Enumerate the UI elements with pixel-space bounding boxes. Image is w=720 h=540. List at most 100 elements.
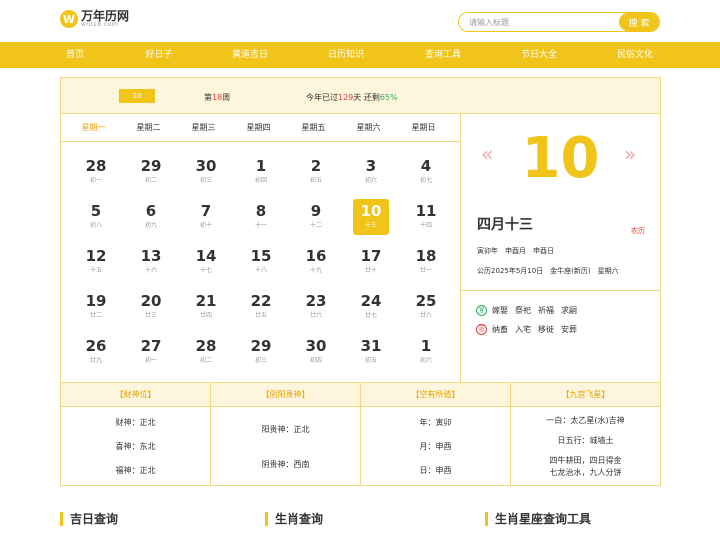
day-cell[interactable]: 17 廿十 — [353, 244, 389, 280]
lunar-day: 初十 — [199, 222, 212, 229]
info-col-wealth: 【财神位】 财神：正北 喜神：东北 福神：正北 — [61, 383, 211, 486]
day-detail: « 10 » 四月十三 农历 寅卯年 申酉月 申酉日 公历2025年5月10日 … — [461, 114, 660, 382]
day-number: 28 — [85, 157, 107, 175]
nav-item-query-tools[interactable]: 查询工具 — [425, 42, 461, 68]
lunar-day: 十九 — [309, 267, 322, 274]
lunar-day: 十二 — [309, 222, 322, 229]
lunar-day: 初七 — [419, 177, 432, 184]
day-cell[interactable]: 15 十八 — [243, 244, 279, 280]
day-cell[interactable]: 6 初九 — [133, 199, 169, 235]
main-nav: 首页 好日子 黄道吉日 日历知识 查询工具 节日大全 民俗文化 — [0, 42, 720, 68]
day-cell[interactable]: 14 十七 — [188, 244, 224, 280]
day-cell[interactable]: 3 初六 — [353, 154, 389, 190]
lunar-day: 十八 — [254, 267, 267, 274]
lunar-day: 廿四 — [199, 312, 212, 319]
day-cell[interactable]: 7 初十 — [188, 199, 224, 235]
lunar-day: 初二 — [144, 177, 157, 184]
day-number: 29 — [250, 337, 272, 355]
lunar-day: 初三 — [254, 357, 267, 364]
solar-date-line: 公历2025年5月10日 金牛座(新历) 星期六 — [477, 267, 619, 275]
nav-item-festivals[interactable]: 节日大全 — [521, 42, 557, 68]
lunar-date: 四月十三 — [477, 217, 533, 233]
day-cell[interactable]: 20 廿三 — [133, 289, 169, 325]
lunar-day: 初六 — [419, 357, 432, 364]
search-button[interactable]: 搜 索 — [619, 13, 659, 31]
info-col-head: 【空有所值】 — [361, 383, 510, 407]
info-col-head: 【阴阳贵神】 — [211, 383, 360, 407]
day-number: 29 — [140, 157, 162, 175]
nav-item-good-days[interactable]: 好日子 — [145, 42, 172, 68]
day-cell[interactable]: 9 十二 — [298, 199, 334, 235]
day-cell[interactable]: 13 十六 — [133, 244, 169, 280]
day-cell[interactable]: 27 初一 — [133, 334, 169, 370]
day-cell[interactable]: 16 十九 — [298, 244, 334, 280]
day-number: 5 — [90, 202, 102, 220]
ji-item: 入宅 — [515, 325, 531, 334]
day-cell[interactable]: 31 初五 — [353, 334, 389, 370]
day-number: 7 — [200, 202, 212, 220]
day-cell[interactable]: 24 廿七 — [353, 289, 389, 325]
day-cell[interactable]: 23 廿六 — [298, 289, 334, 325]
day-cell[interactable]: 19 廿二 — [78, 289, 114, 325]
search-bar: 搜 索 — [458, 12, 660, 32]
nav-item-auspicious-days[interactable]: 黄道吉日 — [232, 42, 268, 68]
day-number: 20 — [140, 292, 162, 310]
day-cell[interactable]: 29 初三 — [243, 334, 279, 370]
day-cell[interactable]: 2 初五 — [298, 154, 334, 190]
day-cell[interactable]: 22 廿五 — [243, 289, 279, 325]
day-number: 11 — [415, 202, 437, 220]
lunar-day: 初一 — [144, 357, 157, 364]
day-cell[interactable]: 5 初八 — [78, 199, 114, 235]
day-cell[interactable]: 1 初六 — [408, 334, 444, 370]
calendar-topbar: 10 第18周 今年已过129天 还剩65% — [61, 78, 660, 114]
day-number: 24 — [360, 292, 382, 310]
day-cell[interactable]: 1 初四 — [243, 154, 279, 190]
day-cell[interactable]: 8 十一 — [243, 199, 279, 235]
day-cell[interactable]: 12 十五 — [78, 244, 114, 280]
weekday-label: 星期一 — [81, 123, 106, 132]
day-number: 16 — [305, 247, 327, 265]
day-number: 31 — [360, 337, 382, 355]
section-zodiac-tools[interactable]: 生肖星座查询工具 — [485, 512, 591, 526]
weekday-label: 星期日 — [411, 123, 436, 132]
day-cell[interactable]: 30 初三 — [188, 154, 224, 190]
day-cell[interactable]: 26 廿九 — [78, 334, 114, 370]
nav-item-home[interactable]: 首页 — [66, 42, 84, 68]
day-cell[interactable]: 29 初二 — [133, 154, 169, 190]
day-cell-selected[interactable]: 10 十三 — [353, 199, 389, 235]
lunar-day: 十六 — [144, 267, 157, 274]
day-number: 6 — [145, 202, 157, 220]
day-cell[interactable]: 11 十四 — [408, 199, 444, 235]
day-cell[interactable]: 25 廿八 — [408, 289, 444, 325]
weekday-label: 星期二 — [136, 123, 161, 132]
section-zodiac-query[interactable]: 生肖查询 — [265, 512, 323, 526]
search-input[interactable] — [459, 13, 619, 31]
lunar-day: 十四 — [419, 222, 432, 229]
day-cell[interactable]: 28 初二 — [188, 334, 224, 370]
month-grid: 星期一 星期二 星期三 星期四 星期五 星期六 星期日 28 初一 29 初二 30 初三 1 初四 2 初五… — [61, 114, 461, 382]
weekday-label: 星期五 — [301, 123, 326, 132]
day-number: 26 — [85, 337, 107, 355]
day-number: 19 — [85, 292, 107, 310]
day-cell[interactable]: 4 初七 — [408, 154, 444, 190]
ji-badge: 忌 — [476, 324, 487, 335]
nav-item-calendar-knowledge[interactable]: 日历知识 — [328, 42, 364, 68]
section-auspicious-query[interactable]: 吉日查询 — [60, 512, 118, 526]
day-cell[interactable]: 18 廿一 — [408, 244, 444, 280]
day-cell[interactable]: 28 初一 — [78, 154, 114, 190]
lunar-day: 廿七 — [364, 312, 377, 319]
day-cell[interactable]: 21 廿四 — [188, 289, 224, 325]
lunar-day: 廿九 — [89, 357, 102, 364]
ji-item: 纳畜 — [492, 325, 508, 334]
month-select[interactable]: 10 — [119, 89, 155, 103]
day-cell[interactable]: 30 初四 — [298, 334, 334, 370]
day-number: 21 — [195, 292, 217, 310]
site-logo[interactable]: W 万年历网 wnl18.com — [60, 10, 129, 28]
lunar-day: 初三 — [199, 177, 212, 184]
day-number: 9 — [310, 202, 322, 220]
info-line: 福神：正北 — [115, 466, 156, 475]
nav-item-folk-culture[interactable]: 民俗文化 — [617, 42, 653, 68]
lunar-day: 初九 — [144, 222, 157, 229]
next-day-icon[interactable]: » — [624, 144, 636, 164]
yi-item: 祈福 — [538, 306, 554, 315]
